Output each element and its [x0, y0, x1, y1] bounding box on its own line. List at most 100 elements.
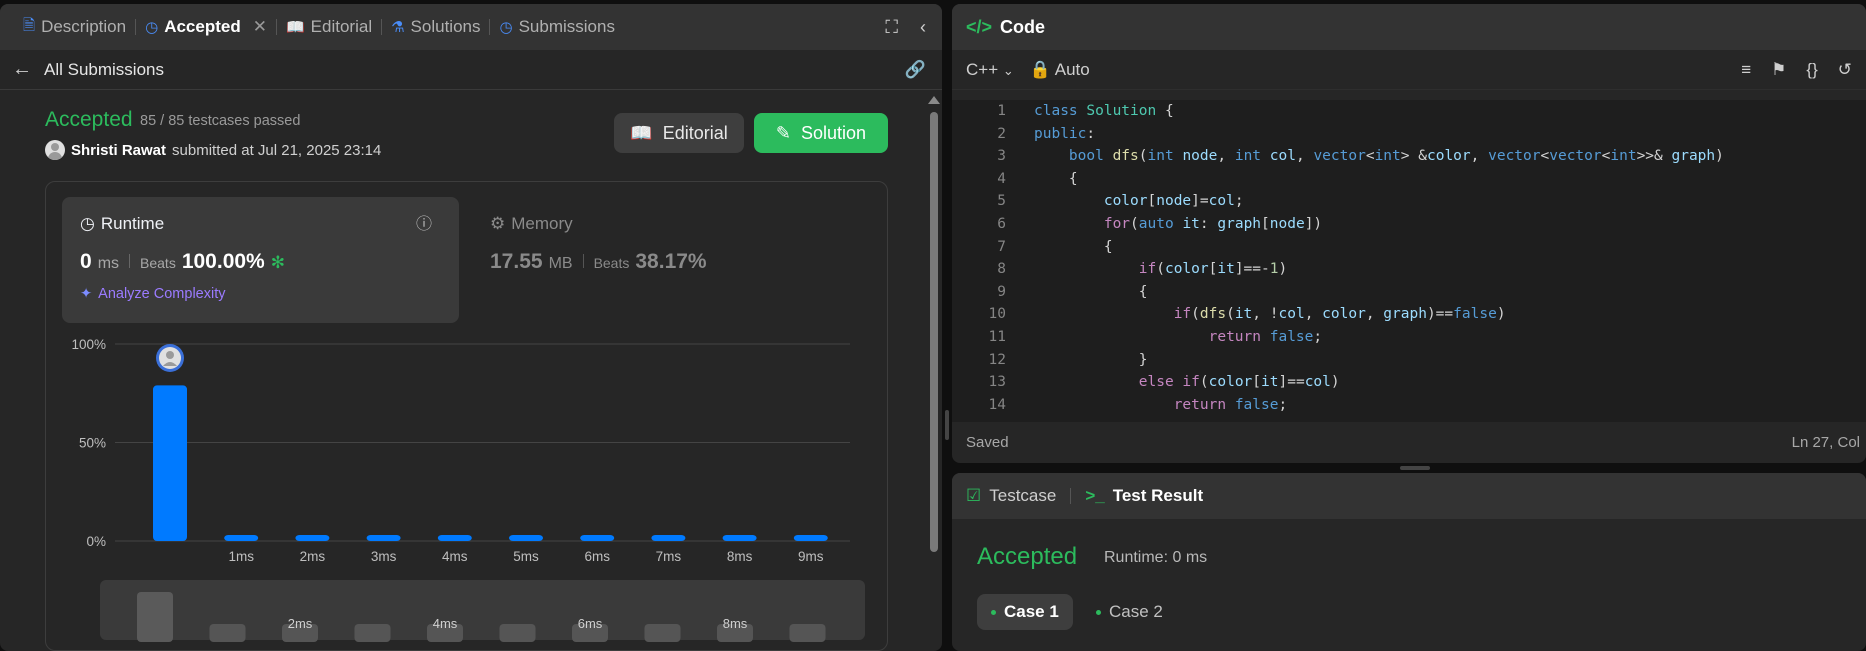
back-arrow-icon[interactable]: ← [12, 58, 32, 81]
tab-submissions[interactable]: ◷ Submissions [490, 4, 623, 50]
memory-value: 17.55 [490, 250, 543, 273]
sparkle-icon: ✦ [80, 286, 93, 302]
language-label: C++ [966, 59, 999, 79]
line-content: if(dfs(it, !col, color, graph)==false) [1173, 306, 1506, 323]
memory-beats: 38.17% [635, 250, 707, 273]
tab-testcase[interactable]: Testcase [989, 486, 1056, 506]
memory-header[interactable]: ⚙ Memory [490, 214, 573, 234]
line-number: 1 [997, 103, 1006, 119]
close-icon[interactable]: ✕ [253, 17, 267, 37]
language-select[interactable]: C++ ⌄ [966, 60, 1014, 80]
terminal-icon: >_ [1085, 486, 1105, 505]
tab-solutions[interactable]: ⚗ Solutions [382, 4, 489, 50]
code-editor[interactable]: 1 class Solution { 2 public: 3 bool dfs(int … [952, 100, 1866, 422]
scrollbar[interactable] [928, 96, 940, 651]
chevron-down-icon: ⌄ [1002, 62, 1014, 78]
case-label: Case 2 [1109, 602, 1163, 621]
code-line[interactable]: 12 } [952, 349, 1866, 372]
line-content: else if(color[it]==col) [1138, 374, 1340, 391]
solution-button-label: Solution [801, 122, 867, 143]
scrollbar-thumb[interactable] [930, 112, 938, 552]
code-line[interactable]: 3 bool dfs(int node, int col, vector<int… [952, 145, 1866, 168]
link-icon[interactable]: 🔗 [905, 60, 926, 80]
saved-status: Saved [966, 433, 1009, 451]
braces-icon[interactable]: {} [1806, 60, 1817, 80]
code-line[interactable]: 5 color[node]=col; [952, 190, 1866, 213]
avatar[interactable] [45, 140, 65, 160]
code-line[interactable]: 9 { [952, 281, 1866, 304]
format-icon[interactable]: ≡ [1741, 60, 1751, 80]
line-number: 2 [997, 125, 1006, 142]
submission-status: Accepted [45, 108, 133, 131]
beats-label: Beats [140, 255, 176, 271]
auto-mode[interactable]: 🔒 Auto [1030, 60, 1090, 80]
pass-dot [1096, 609, 1101, 615]
bookmark-icon[interactable]: ⚑ [1771, 60, 1786, 80]
submitter-line: Shristi Rawat submitted at Jul 21, 2025 … [45, 140, 381, 160]
line-number: 11 [988, 328, 1006, 345]
case-1-tab[interactable]: Case 1 [977, 594, 1073, 630]
submitter-name[interactable]: Shristi Rawat [71, 142, 166, 159]
resize-handle[interactable] [945, 410, 949, 440]
line-content: return false; [1173, 396, 1288, 413]
runtime-header: ◷ Runtime [80, 214, 164, 234]
line-number: 3 [997, 148, 1006, 165]
tab-test-result[interactable]: Test Result [1113, 486, 1203, 506]
line-content: bool dfs(int node, int col, vector<int> … [1068, 148, 1724, 165]
reset-icon[interactable]: ↺ [1838, 60, 1852, 80]
tab-label: Solutions [410, 17, 481, 36]
code-line[interactable]: 1 class Solution { [952, 100, 1866, 123]
lock-icon: 🔒 [1029, 59, 1051, 79]
analyze-complexity-link[interactable]: ✦ Analyze Complexity [80, 286, 225, 302]
line-content: } [1034, 351, 1148, 368]
runtime-unit: ms [97, 255, 120, 272]
tab-editorial[interactable]: 📖 Editorial [277, 4, 381, 50]
line-content: for(auto it: graph[node]) [1103, 215, 1323, 232]
line-number: 5 [997, 193, 1006, 210]
line-content: return false; [1208, 328, 1323, 345]
code-line[interactable]: 2 public: [952, 123, 1866, 146]
mode-label: Auto [1054, 59, 1090, 79]
runtime-beats: 100.00% [181, 250, 265, 273]
tab-label: Editorial [310, 17, 373, 36]
code-line[interactable]: 4 { [952, 168, 1866, 191]
chip-icon: ⚙ [490, 214, 506, 233]
clock-icon: ◷ [80, 214, 95, 233]
runtime-value: 0 [80, 250, 92, 273]
analyze-complexity-label: Analyze Complexity [98, 286, 226, 302]
code-header: </> Code [952, 4, 1866, 50]
line-number: 14 [988, 396, 1006, 413]
info-icon[interactable]: ⓘ [416, 210, 432, 234]
line-number: 13 [988, 374, 1006, 391]
fullscreen-icon[interactable]: ⛶ [885, 17, 898, 38]
line-content: public: [1034, 125, 1096, 142]
line-number: 10 [988, 306, 1006, 323]
code-panel: </> Code C++ ⌄ 🔒 Auto ≡ ⚑ {} ↺ 1 class So… [952, 4, 1866, 463]
collapse-icon[interactable]: ‹ [920, 17, 926, 38]
tab-description[interactable]: 🗎 Description [14, 4, 135, 50]
checkbox-icon: ☑ [966, 486, 982, 505]
tab-accepted[interactable]: ◷ Accepted ✕ [136, 4, 276, 50]
scroll-up-arrow[interactable] [928, 96, 940, 104]
code-line[interactable]: 10 if(dfs(it, !col, color, graph)==false… [952, 303, 1866, 326]
all-submissions-link[interactable]: All Submissions [44, 60, 164, 80]
result-runtime: Runtime: 0 ms [1104, 549, 1208, 566]
line-number: 12 [988, 351, 1006, 368]
code-line[interactable]: 13 else if(color[it]==col) [952, 371, 1866, 394]
test-result-panel: ☑ Testcase >_ Test Result Accepted Runti… [952, 473, 1866, 651]
code-line[interactable]: 6 for(auto it: graph[node]) [952, 213, 1866, 236]
code-line[interactable]: 7 { [952, 236, 1866, 259]
code-line[interactable]: 11 return false; [952, 326, 1866, 349]
resize-handle[interactable] [1400, 466, 1430, 470]
memory-label: Memory [511, 214, 573, 233]
left-tab-bar: 🗎 Description ◷ Accepted ✕ 📖 Editorial ⚗… [0, 4, 942, 50]
editorial-button[interactable]: 📖 Editorial [614, 113, 744, 153]
line-content: if(color[it]==-1) [1138, 261, 1288, 278]
code-line[interactable]: 14 return false; [952, 394, 1866, 417]
solution-button[interactable]: ✎ Solution [754, 113, 888, 153]
runtime-values: 0 ms Beats 100.00% ✻ [80, 250, 285, 274]
book-icon: 📖 [630, 122, 653, 143]
code-line[interactable]: 8 if(color[it]==-1) [952, 258, 1866, 281]
line-content: { [1034, 283, 1148, 300]
case-2-tab[interactable]: Case 2 [1082, 594, 1177, 630]
